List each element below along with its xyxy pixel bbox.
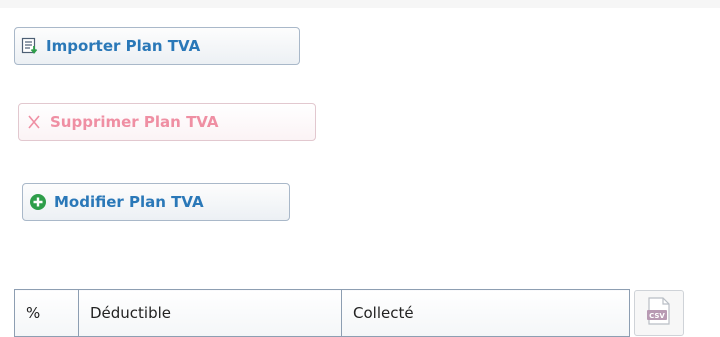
svg-text:CSV: CSV [649, 312, 665, 320]
import-document-icon [21, 37, 39, 55]
delete-x-icon [25, 113, 43, 131]
delete-button-label: Supprimer Plan TVA [50, 113, 219, 131]
table-header-row: % Déductible Collecté [14, 289, 630, 337]
csv-file-icon: CSV [644, 296, 674, 330]
column-header-deductible[interactable]: Déductible [78, 289, 342, 337]
modify-vat-plan-button[interactable]: Modifier Plan TVA [22, 183, 290, 221]
delete-vat-plan-button[interactable]: Supprimer Plan TVA [18, 103, 316, 141]
column-header-percent[interactable]: % [14, 289, 79, 337]
column-header-collected[interactable]: Collecté [341, 289, 630, 337]
import-vat-plan-button[interactable]: Importer Plan TVA [14, 27, 300, 65]
csv-export-button[interactable]: CSV [634, 290, 684, 336]
import-button-label: Importer Plan TVA [46, 37, 201, 55]
vat-plan-table: % Déductible Collecté [14, 289, 630, 337]
modify-button-label: Modifier Plan TVA [54, 193, 204, 211]
plus-circle-icon [29, 193, 47, 211]
top-bar [0, 0, 720, 8]
